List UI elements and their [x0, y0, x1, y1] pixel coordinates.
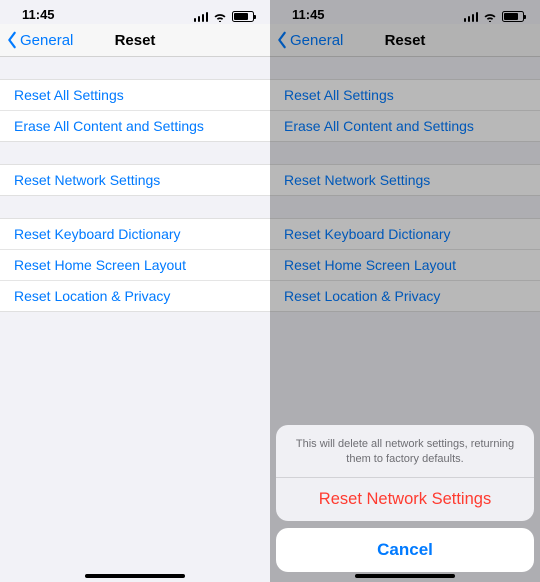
reset-location-privacy[interactable]: Reset Location & Privacy	[0, 281, 270, 311]
group-general: Reset All Settings Erase All Content and…	[270, 79, 540, 142]
reset-all-settings[interactable]: Reset All Settings	[270, 80, 540, 111]
action-sheet-card: This will delete all network settings, r…	[276, 425, 534, 521]
back-label: General	[20, 32, 73, 49]
erase-all-content[interactable]: Erase All Content and Settings	[0, 111, 270, 141]
reset-all-settings[interactable]: Reset All Settings	[0, 80, 270, 111]
phone-left: 11:45 General Reset Reset All Settings E…	[0, 0, 270, 582]
status-time: 11:45	[292, 7, 325, 22]
battery-icon	[232, 11, 254, 22]
back-label: General	[290, 32, 343, 49]
settings-list: Reset All Settings Erase All Content and…	[270, 57, 540, 312]
group-general: Reset All Settings Erase All Content and…	[0, 79, 270, 142]
reset-network-settings[interactable]: Reset Network Settings	[270, 165, 540, 195]
chevron-left-icon	[276, 31, 288, 49]
back-button[interactable]: General	[6, 31, 73, 49]
home-indicator[interactable]	[355, 574, 455, 578]
home-indicator[interactable]	[85, 574, 185, 578]
nav-bar: General Reset	[0, 24, 270, 57]
page-title: Reset	[385, 32, 426, 49]
settings-list: Reset All Settings Erase All Content and…	[0, 57, 270, 312]
erase-all-content[interactable]: Erase All Content and Settings	[270, 111, 540, 141]
reset-network-settings[interactable]: Reset Network Settings	[0, 165, 270, 195]
group-network: Reset Network Settings	[270, 164, 540, 196]
status-indicators	[464, 11, 525, 22]
group-network: Reset Network Settings	[0, 164, 270, 196]
status-indicators	[194, 11, 255, 22]
cellular-icon	[464, 12, 479, 22]
reset-home-screen-layout[interactable]: Reset Home Screen Layout	[0, 250, 270, 281]
status-time: 11:45	[22, 7, 55, 22]
cancel-button[interactable]: Cancel	[276, 528, 534, 572]
reset-keyboard-dictionary[interactable]: Reset Keyboard Dictionary	[270, 219, 540, 250]
reset-keyboard-dictionary[interactable]: Reset Keyboard Dictionary	[0, 219, 270, 250]
battery-icon	[502, 11, 524, 22]
page-title: Reset	[115, 32, 156, 49]
back-button[interactable]: General	[276, 31, 343, 49]
status-bar: 11:45	[270, 0, 540, 24]
nav-bar: General Reset	[270, 24, 540, 57]
reset-home-screen-layout[interactable]: Reset Home Screen Layout	[270, 250, 540, 281]
action-sheet: This will delete all network settings, r…	[276, 425, 534, 572]
group-misc: Reset Keyboard Dictionary Reset Home Scr…	[0, 218, 270, 312]
chevron-left-icon	[6, 31, 18, 49]
wifi-icon	[483, 12, 497, 22]
confirm-reset-button[interactable]: Reset Network Settings	[276, 478, 534, 521]
wifi-icon	[213, 12, 227, 22]
phone-right: 11:45 General Reset Reset All Settings E…	[270, 0, 540, 582]
cellular-icon	[194, 12, 209, 22]
group-misc: Reset Keyboard Dictionary Reset Home Scr…	[270, 218, 540, 312]
reset-location-privacy[interactable]: Reset Location & Privacy	[270, 281, 540, 311]
action-sheet-message: This will delete all network settings, r…	[276, 425, 534, 478]
status-bar: 11:45	[0, 0, 270, 24]
